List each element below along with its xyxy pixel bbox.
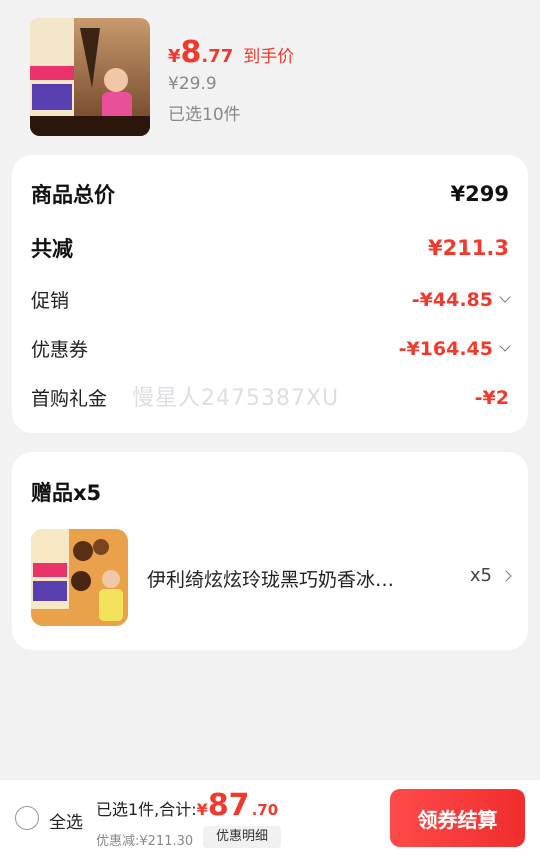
gift-title: 赠品x5	[31, 481, 102, 505]
reduce-value: ¥211.3	[427, 236, 509, 260]
promo-value-wrap[interactable]: -¥44.85	[411, 288, 511, 311]
select-all-radio[interactable]	[15, 806, 39, 830]
price-decimal: .77	[201, 46, 234, 67]
chevron-right-icon	[500, 569, 512, 582]
discount-detail-button[interactable]: 优惠明细	[203, 826, 281, 848]
promo-label: 促销	[31, 290, 70, 312]
total-label: 商品总价	[31, 183, 115, 207]
gift-name[interactable]: 伊利绮炫炫玲珑黑巧奶香冰…	[147, 565, 394, 592]
gift-thumbnail[interactable]	[31, 529, 128, 626]
first-buy-value: -¥2	[474, 386, 509, 409]
checkout-bar: 全选 已选1件,合计: ¥ 87 .70 优惠减:¥211.30 优惠明细 领券…	[0, 779, 540, 855]
total-currency: ¥	[196, 800, 208, 819]
coupon-value: -¥164.45	[398, 337, 493, 360]
reduce-row: 共减 ¥211.3	[31, 233, 509, 263]
price-summary-card: 商品总价 ¥299 共减 ¥211.3 促销 -¥44.85 优惠券 -¥164…	[12, 155, 528, 433]
promo-value: -¥44.85	[411, 288, 493, 311]
gift-quantity-value: x5	[469, 565, 492, 586]
price-currency: ¥	[168, 46, 181, 67]
total-value: ¥299	[450, 182, 509, 206]
watermark: 慢星人2475387XU	[132, 386, 340, 411]
first-buy-label: 首购礼金	[31, 388, 108, 410]
coupon-label: 优惠券	[31, 339, 89, 361]
reduce-label: 共减	[31, 237, 73, 261]
total-row: 商品总价 ¥299	[31, 179, 509, 209]
product-header: ¥ 8 .77 到手价 ¥29.9 已选10件	[0, 0, 540, 148]
final-price: ¥ 8 .77 到手价	[168, 38, 294, 68]
selected-total-label: 已选1件,合计:	[96, 800, 197, 819]
chocolate-ice-cream-product-image	[30, 18, 150, 136]
select-all-label[interactable]: 全选	[49, 808, 83, 833]
total-decimal: .70	[251, 801, 279, 819]
order-confirm-page: ¥ 8 .77 到手价 ¥29.9 已选10件 商品总价 ¥299 共减 ¥21…	[0, 0, 540, 855]
total-integer: 87	[207, 788, 250, 823]
gift-quantity[interactable]: x5	[469, 565, 512, 586]
chevron-down-icon	[499, 340, 511, 352]
chevron-down-icon	[499, 291, 511, 303]
coupon-row[interactable]: 优惠券 -¥164.45	[31, 335, 511, 362]
product-thumbnail[interactable]	[30, 18, 150, 136]
total-summary: 已选1件,合计: ¥ 87 .70	[96, 790, 278, 822]
gift-card: 赠品x5 伊利绮炫炫玲珑黑巧奶香冰… x5	[12, 452, 528, 650]
price-integer: 8	[180, 35, 202, 70]
checkout-button[interactable]: 领券结算	[390, 789, 525, 847]
price-tag: 到手价	[243, 47, 295, 67]
coupon-value-wrap[interactable]: -¥164.45	[398, 337, 511, 360]
promo-row[interactable]: 促销 -¥44.85	[31, 286, 511, 313]
discount-text: 优惠减:¥211.30	[96, 834, 194, 849]
selected-count: 已选10件	[168, 105, 241, 125]
original-price: ¥29.9	[168, 74, 217, 94]
gift-ice-cream-product-image	[31, 529, 128, 626]
